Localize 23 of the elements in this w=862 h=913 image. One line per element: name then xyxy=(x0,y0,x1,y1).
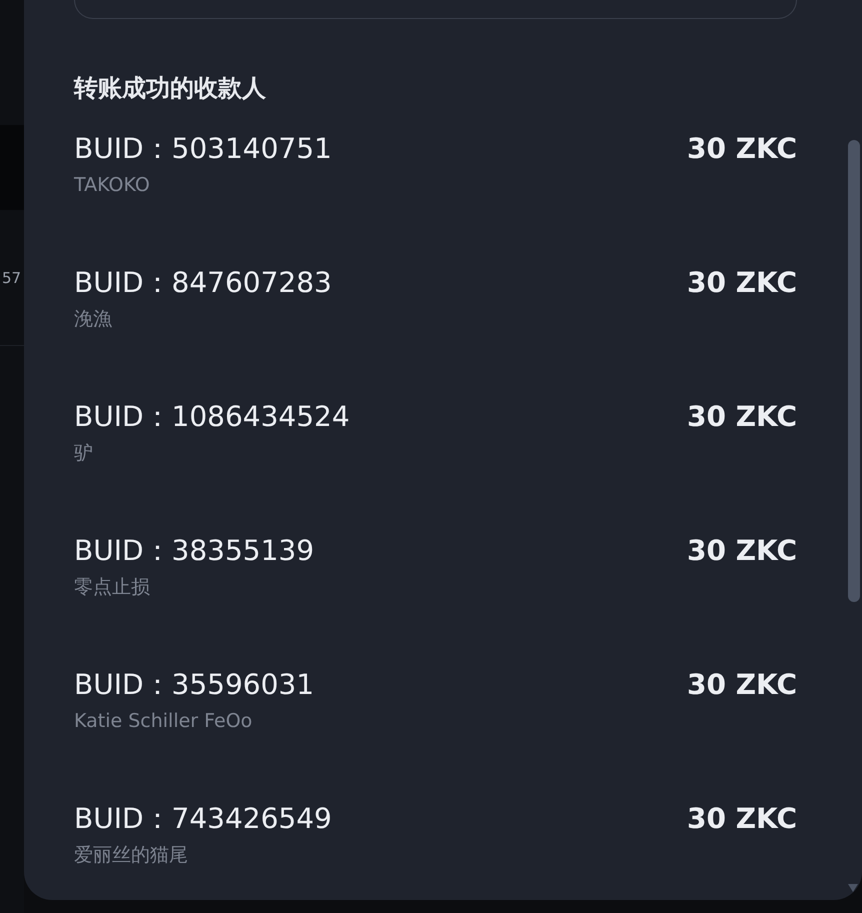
transfer-amount: 30 ZKC xyxy=(686,667,797,703)
row-value: 57 xyxy=(2,268,22,286)
recipient-buid: BUID：743426549 xyxy=(74,801,332,837)
transfer-amount: 30 ZKC xyxy=(686,399,797,435)
recipient-name: 驴 xyxy=(74,441,94,466)
recipient-buid: BUID：503140751 xyxy=(74,131,332,167)
scrollbar-thumb[interactable] xyxy=(848,140,860,602)
recipient-buid: BUID：1086434524 xyxy=(74,399,350,435)
recipient-buid: BUID：847607283 xyxy=(74,265,332,301)
recipient-name: TAKOKO xyxy=(74,173,151,198)
recipient-buid: BUID：38355139 xyxy=(74,533,314,569)
section-title: 转账成功的收款人 xyxy=(74,73,267,104)
recipient-buid: BUID：35596031 xyxy=(74,667,314,703)
recipient-name: Katie Schiller FeOo xyxy=(74,709,254,734)
transfer-amount: 30 ZKC xyxy=(686,533,797,569)
transfer-amount: 30 ZKC xyxy=(686,265,797,301)
scroll-down-icon[interactable] xyxy=(848,884,858,892)
transfer-amount: 30 ZKC xyxy=(686,131,797,167)
transfer-amount: 30 ZKC xyxy=(686,801,797,837)
recipient-name: 爱丽丝的猫尾 xyxy=(74,843,189,868)
recipient-name: 浼漁 xyxy=(74,307,113,332)
input-field[interactable] xyxy=(74,0,797,19)
recipient-name: 零点止损 xyxy=(74,575,151,600)
